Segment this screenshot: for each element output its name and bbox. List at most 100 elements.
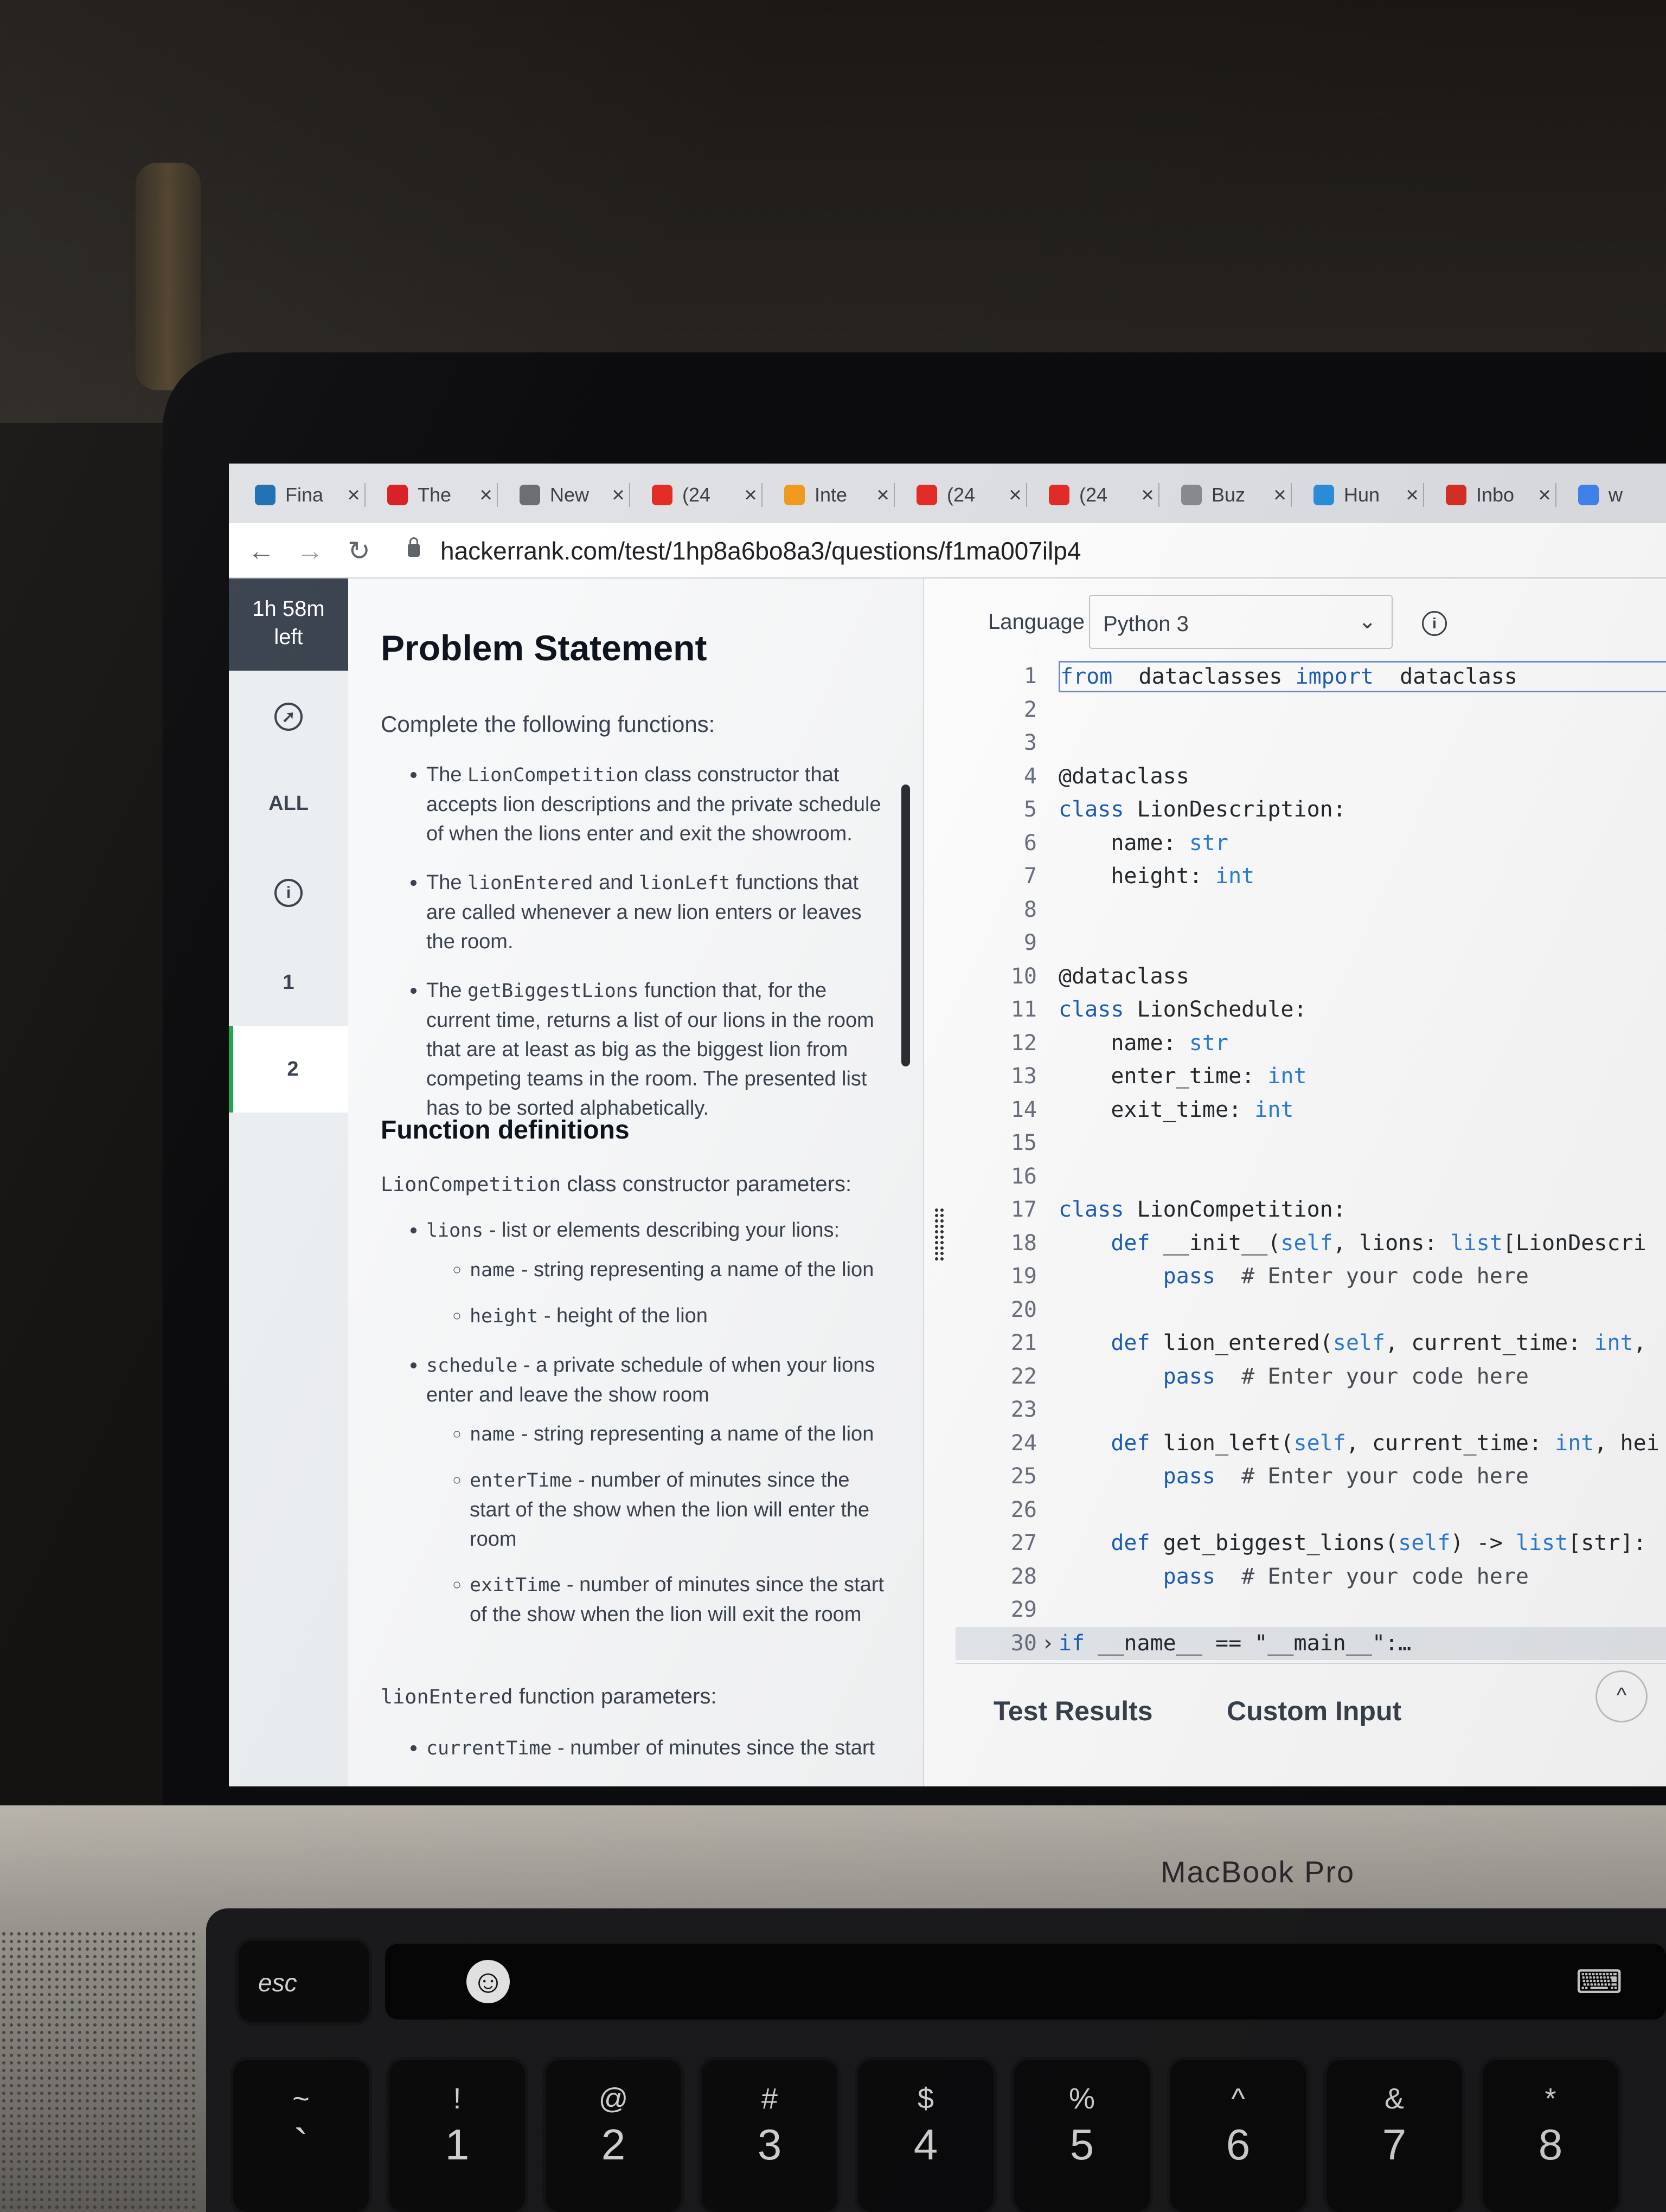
close-icon[interactable]: × xyxy=(342,483,366,507)
close-icon[interactable]: × xyxy=(1533,483,1556,507)
code-line[interactable]: 21 def lion_entered(self, current_time: … xyxy=(956,1327,1666,1360)
code-line[interactable]: 3 xyxy=(956,726,1666,760)
params-heading: lionEntered function parameters: xyxy=(381,1684,717,1708)
code-line[interactable]: 15 xyxy=(956,1127,1666,1160)
chevron-up-icon[interactable]: ^ xyxy=(1595,1670,1648,1722)
close-icon[interactable]: × xyxy=(606,483,630,507)
code-line[interactable]: 5 class LionDescription: xyxy=(956,793,1666,827)
key-esc[interactable]: esc xyxy=(239,1941,369,2022)
code-line[interactable]: 16 xyxy=(956,1160,1666,1194)
close-icon[interactable]: × xyxy=(871,483,895,507)
language-select[interactable]: Python 3 ⌄ xyxy=(1089,595,1393,649)
code-line[interactable]: 29 xyxy=(956,1593,1666,1627)
browser-tab[interactable]: The × xyxy=(372,473,498,517)
code-line[interactable]: 19 pass # Enter your code here xyxy=(956,1260,1666,1294)
browser-tab[interactable]: Fina × xyxy=(240,473,366,517)
browser-tab[interactable]: Buz × xyxy=(1166,473,1292,517)
drag-handle-icon[interactable] xyxy=(934,1207,945,1262)
tab-custom-input[interactable]: Custom Input xyxy=(1227,1695,1401,1727)
code-line[interactable]: 22 pass # Enter your code here xyxy=(956,1360,1666,1394)
keyboard-icon[interactable]: ⌨ xyxy=(1575,1963,1623,2001)
line-number: 3 xyxy=(1023,730,1037,755)
code-line[interactable]: 8 xyxy=(956,893,1666,927)
code-line[interactable]: 4 @dataclass xyxy=(956,760,1666,794)
line-number: 13 xyxy=(1010,1064,1037,1089)
forward-icon[interactable]: → xyxy=(294,535,326,567)
keyboard-key[interactable]: % 5 xyxy=(1014,2060,1150,2212)
keyboard-key[interactable]: $4 xyxy=(858,2060,994,2212)
code-text: pass # Enter your code here xyxy=(1163,1464,1529,1489)
close-icon[interactable]: × xyxy=(1400,483,1424,507)
close-icon[interactable]: × xyxy=(1003,483,1027,507)
lock-icon[interactable] xyxy=(408,537,420,557)
code-line[interactable]: 24 def lion_left(self, current_time: int… xyxy=(956,1427,1666,1461)
keyboard-key[interactable]: & 7 xyxy=(1327,2060,1462,2212)
code-line[interactable]: 27 def get_biggest_lions(self) -> list[s… xyxy=(956,1527,1666,1560)
browser-tab[interactable]: New × xyxy=(504,473,630,517)
question-nav: 1h 58m left ➚ ALL i 1 2 xyxy=(229,578,353,1786)
code-text: class LionSchedule: xyxy=(1059,997,1307,1022)
code-editor[interactable]: 1 from dataclasses import dataclass 2 3 4 @da… xyxy=(956,660,1666,1660)
close-icon[interactable]: × xyxy=(1136,483,1159,507)
code-line[interactable]: 17 class LionCompetition: xyxy=(956,1193,1666,1227)
keyboard-key[interactable]: #3 xyxy=(702,2060,837,2212)
code-line[interactable]: 9 xyxy=(956,927,1666,960)
code-line[interactable]: 6 name: str xyxy=(956,827,1666,860)
keyboard-key[interactable]: * 8 xyxy=(1483,2060,1618,2212)
keyboard-key[interactable]: ^ 6 xyxy=(1170,2060,1306,2212)
browser-tab[interactable]: (24 × xyxy=(637,473,762,517)
code-text: if __name__ == "__main__":… xyxy=(1059,1630,1412,1656)
browser-tab[interactable]: w xyxy=(1563,473,1666,517)
close-icon[interactable]: × xyxy=(739,483,762,507)
browser-tab[interactable]: (24 × xyxy=(901,473,1027,517)
code-line[interactable]: 13 enter_time: int xyxy=(956,1060,1666,1094)
code-line[interactable]: 7 height: int xyxy=(956,860,1666,893)
globe-icon xyxy=(1313,485,1334,505)
code-text: def lion_left(self, current_time: int, h… xyxy=(1111,1430,1659,1456)
list-item: height - height of the lion xyxy=(470,1301,893,1331)
compass-button[interactable]: ➚ xyxy=(229,673,348,760)
code-line[interactable]: 14 exit_time: int xyxy=(956,1094,1666,1127)
back-icon[interactable]: ← xyxy=(245,535,278,567)
keyboard-key[interactable]: ! 1 xyxy=(389,2060,525,2212)
browser-tab[interactable]: Inbo × xyxy=(1431,473,1556,517)
nav-item-all[interactable]: ALL xyxy=(229,760,348,847)
code-line[interactable]: 2 xyxy=(956,693,1666,727)
reload-icon[interactable]: ↻ xyxy=(343,535,375,567)
browser-tab[interactable]: Inte × xyxy=(769,473,895,517)
code-line[interactable]: 10 @dataclass xyxy=(956,960,1666,994)
keyboard-key[interactable]: @2 xyxy=(546,2060,681,2212)
touch-bar[interactable]: ☺ ⌨ xyxy=(385,1944,1666,2020)
keyboard-key[interactable]: ~ ` xyxy=(233,2060,369,2212)
code-line[interactable]: 1 from dataclasses import dataclass xyxy=(956,660,1666,693)
scrollbar[interactable] xyxy=(901,785,910,1066)
code-line[interactable]: 12 name: str xyxy=(956,1027,1666,1060)
close-icon[interactable]: × xyxy=(474,483,498,507)
browser-tab[interactable]: Hun × xyxy=(1298,473,1424,517)
tab-title: (24 xyxy=(947,484,976,506)
line-number: 18 xyxy=(1010,1230,1037,1256)
url-field[interactable]: hackerrank.com/test/1hp8a6bo8a3/question… xyxy=(440,536,1081,565)
line-number: 10 xyxy=(1010,963,1037,989)
google-icon xyxy=(1578,485,1599,505)
info-icon[interactable]: i xyxy=(1422,611,1447,636)
browser-tab[interactable]: (24 × xyxy=(1034,473,1159,517)
code-line[interactable]: 26 xyxy=(956,1494,1666,1527)
code-line[interactable]: 11 class LionSchedule: xyxy=(956,993,1666,1027)
code-line[interactable]: 18 def __init__(self, lions: list[LionDe… xyxy=(956,1227,1666,1261)
code-line[interactable]: 23 xyxy=(956,1393,1666,1427)
fold-arrow-icon[interactable]: › xyxy=(1041,1627,1054,1661)
tab-divider xyxy=(1291,483,1292,507)
code-line[interactable]: 30 › if __name__ == "__main__":… xyxy=(956,1626,1666,1661)
nav-item-question-1[interactable]: 1 xyxy=(229,939,348,1026)
code-line[interactable]: 20 xyxy=(956,1294,1666,1327)
pane-splitter[interactable] xyxy=(923,578,957,1786)
info-button[interactable]: i xyxy=(229,850,348,936)
nav-item-question-2[interactable]: 2 xyxy=(229,1026,353,1113)
close-icon[interactable]: × xyxy=(1268,483,1292,507)
tab-title: New xyxy=(550,484,589,506)
code-line[interactable]: 28 pass # Enter your code here xyxy=(956,1560,1666,1594)
tab-test-results[interactable]: Test Results xyxy=(994,1695,1153,1727)
code-line[interactable]: 25 pass # Enter your code here xyxy=(956,1460,1666,1494)
emoji-icon[interactable]: ☺ xyxy=(466,1960,510,2003)
